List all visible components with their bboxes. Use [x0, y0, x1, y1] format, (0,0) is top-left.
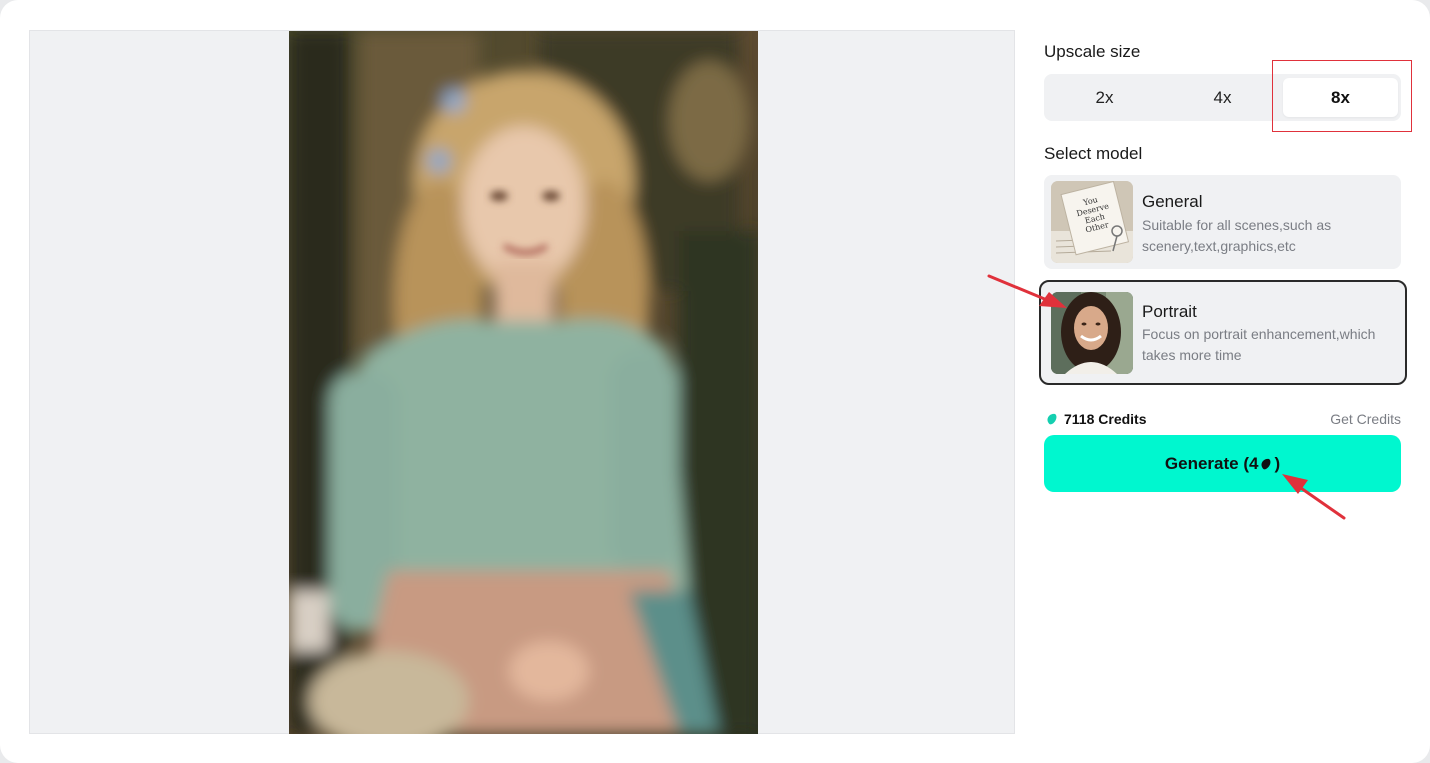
image-preview: [29, 30, 1015, 734]
uploaded-photo: [289, 31, 758, 734]
app-card: Upscale size 2x 4x 8x Select model You D…: [0, 0, 1430, 763]
generate-label: Generate (4: [1164, 453, 1259, 473]
general-thumbnail: You Deserve Each Other: [1051, 181, 1133, 263]
generate-button[interactable]: Generate (4 ): [1044, 435, 1401, 492]
select-model-label: Select model: [1044, 144, 1143, 163]
highlight-box-8x: [1272, 60, 1412, 132]
credits-balance: 7118 Credits: [1046, 411, 1147, 427]
model-general-description: Suitable for all scenes,such as scenery,…: [1142, 217, 1332, 254]
generate-bean-icon: [1261, 458, 1271, 469]
upscale-option-4x[interactable]: 4x: [1165, 78, 1280, 117]
model-general-title: General: [1142, 192, 1203, 211]
model-option-portrait[interactable]: Portrait Focus on portrait enhancement,w…: [1039, 280, 1407, 385]
upscale-option-2x[interactable]: 2x: [1047, 78, 1162, 117]
get-credits-link[interactable]: Get Credits: [1330, 411, 1401, 427]
upscale-size-label: Upscale size: [1044, 42, 1141, 61]
portrait-thumbnail: [1051, 292, 1133, 374]
model-option-general[interactable]: You Deserve Each Other General Suitable …: [1044, 175, 1401, 269]
model-portrait-description: Focus on portrait enhancement,which take…: [1142, 326, 1376, 363]
model-portrait-title: Portrait: [1142, 302, 1197, 321]
credits-bean-icon: [1047, 413, 1057, 425]
generate-label-suffix: ): [1274, 453, 1281, 473]
credits-amount: 7118 Credits: [1064, 411, 1147, 427]
